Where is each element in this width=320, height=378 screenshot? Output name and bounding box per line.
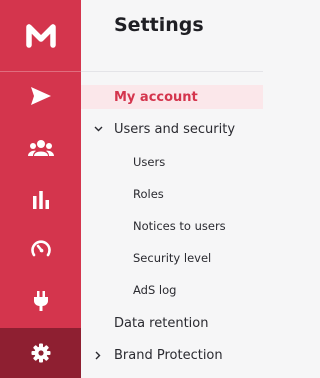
nav-subitem-ads-log[interactable]: AdS log <box>81 279 263 301</box>
nav-item-users-and-security[interactable]: Users and security <box>81 117 263 141</box>
rail-item-performance[interactable] <box>0 224 81 274</box>
chevron-right-icon <box>93 350 103 360</box>
nav-item-label: Users and security <box>114 121 236 137</box>
nav-item-label: Brand Protection <box>114 347 223 363</box>
nav-subitem-security-level[interactable]: Security level <box>81 247 263 269</box>
rail-item-integrations[interactable] <box>0 276 81 326</box>
chevron-down-icon <box>93 124 103 134</box>
nav-item-data-retention[interactable]: Data retention <box>81 311 263 335</box>
nav-item-label: My account <box>114 89 198 105</box>
brand-m-logo-icon <box>25 23 56 48</box>
nav-subitem-label: Roles <box>133 187 164 201</box>
send-icon <box>30 87 51 105</box>
settings-panel: Settings My account Users and security U… <box>81 0 263 378</box>
nav-subitem-label: Security level <box>133 251 212 265</box>
nav-item-label: Data retention <box>114 315 209 331</box>
plug-icon <box>33 291 48 311</box>
nav-subitem-label: Notices to users <box>133 219 226 233</box>
icon-rail <box>0 0 81 378</box>
rail-item-settings[interactable] <box>0 328 81 378</box>
nav-subitem-users[interactable]: Users <box>81 151 263 173</box>
bar-chart-icon <box>32 191 49 209</box>
nav-subitem-label: AdS log <box>133 283 177 297</box>
nav-subitem-notices-to-users[interactable]: Notices to users <box>81 215 263 237</box>
rail-item-send[interactable] <box>0 71 81 121</box>
users-group-icon <box>27 140 54 156</box>
rail-item-users[interactable] <box>0 123 81 173</box>
rail-item-analytics[interactable] <box>0 174 81 224</box>
page-title: Settings <box>114 14 204 36</box>
gear-icon <box>31 343 50 363</box>
nav-item-brand-protection[interactable]: Brand Protection <box>81 343 263 367</box>
brand-logo[interactable] <box>0 0 81 72</box>
nav-subitem-roles[interactable]: Roles <box>81 183 263 205</box>
nav-item-my-account[interactable]: My account <box>81 85 263 109</box>
nav-subitem-label: Users <box>133 155 166 169</box>
title-divider <box>81 71 263 72</box>
gauge-icon <box>30 240 51 257</box>
